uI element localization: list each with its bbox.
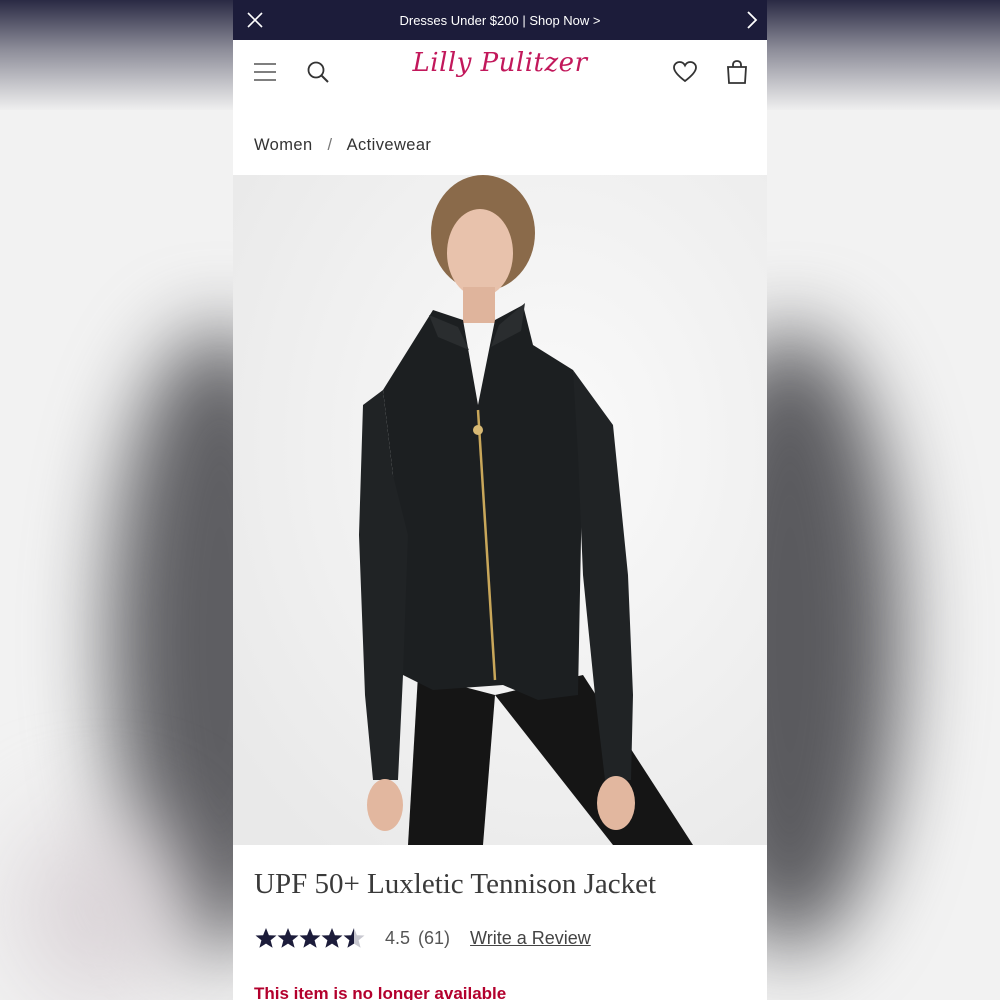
- breadcrumb-separator: /: [327, 136, 333, 154]
- phone-screen: Dresses Under $200 | Shop Now > Lilly Pu…: [233, 0, 767, 1000]
- menu-icon[interactable]: [251, 58, 279, 86]
- promo-text[interactable]: Dresses Under $200 | Shop Now >: [399, 13, 600, 28]
- star-icon: [255, 928, 277, 948]
- site-header: Lilly Pulitzer: [233, 40, 767, 104]
- close-icon[interactable]: [243, 8, 267, 32]
- breadcrumb-item-women[interactable]: Women: [254, 136, 313, 154]
- star-icons: [255, 928, 365, 948]
- chevron-right-icon[interactable]: [739, 8, 763, 32]
- shopping-bag-icon[interactable]: [723, 58, 751, 86]
- breadcrumb-item-activewear[interactable]: Activewear: [347, 136, 432, 154]
- brand-logo[interactable]: Lilly Pulitzer: [413, 48, 588, 78]
- star-rating: [255, 926, 365, 950]
- breadcrumb: Women / Activewear: [233, 104, 767, 178]
- review-count: (61): [418, 927, 451, 948]
- model-photo: [233, 175, 767, 845]
- search-icon[interactable]: [304, 58, 332, 86]
- star-icon: [277, 928, 299, 948]
- rating-row: 4.5 (61) Write a Review: [255, 926, 591, 950]
- promo-banner[interactable]: Dresses Under $200 | Shop Now >: [233, 0, 767, 40]
- product-image[interactable]: [233, 175, 767, 845]
- product-title: UPF 50+ Luxletic Tennison Jacket: [254, 868, 657, 900]
- heart-icon[interactable]: [671, 58, 699, 86]
- half-star-icon: [343, 928, 365, 948]
- star-icon: [321, 928, 343, 948]
- write-review-link[interactable]: Write a Review: [470, 928, 591, 949]
- availability-notice: This item is no longer available: [254, 984, 507, 1000]
- rating-value: 4.5: [385, 927, 411, 948]
- star-icon: [299, 928, 321, 948]
